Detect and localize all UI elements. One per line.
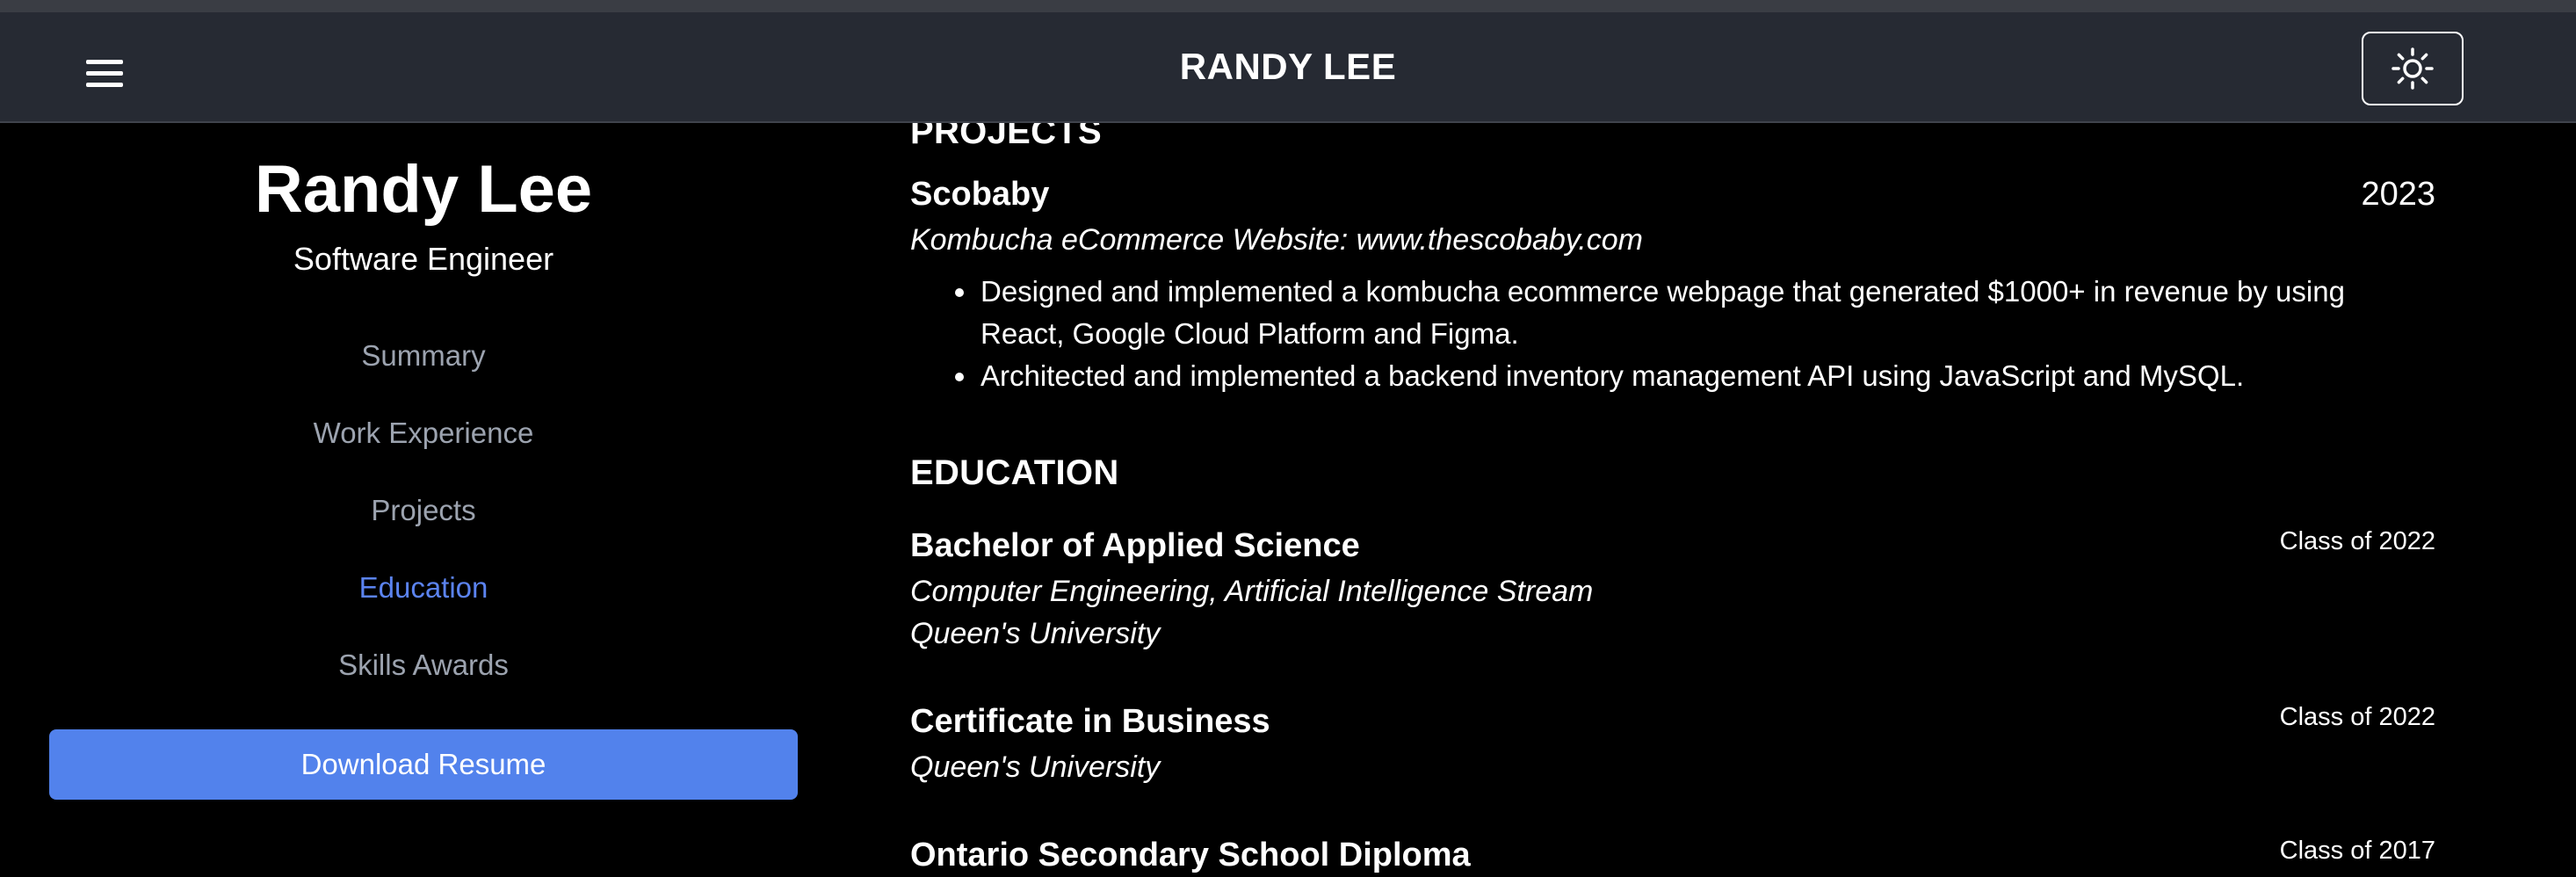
project-bullets: Designed and implemented a kombucha ecom… xyxy=(910,271,2369,397)
section-heading-education: EDUCATION xyxy=(910,453,1119,492)
download-resume-button[interactable]: Download Resume xyxy=(49,729,798,800)
window-top-strip xyxy=(0,0,2576,12)
sidebar-item-summary[interactable]: Summary xyxy=(0,339,847,373)
profile-role: Software Engineer xyxy=(293,241,554,277)
education-detail: Computer Engineering, Artificial Intelli… xyxy=(910,575,1594,608)
list-item: Designed and implemented a kombucha ecom… xyxy=(910,271,2369,355)
education-institution: Queen's University xyxy=(910,750,1161,784)
sidebar-item-projects[interactable]: Projects xyxy=(0,494,847,527)
project-title: Scobaby xyxy=(910,176,1050,213)
project-year: 2023 xyxy=(2361,176,2435,213)
sidebar-item-education[interactable]: Education xyxy=(0,571,847,605)
education-date: Class of 2022 xyxy=(2279,527,2435,555)
sidebar-item-work-experience[interactable]: Work Experience xyxy=(0,417,847,450)
education-institution: Queen's University xyxy=(910,617,1161,650)
top-navbar: RANDY LEE xyxy=(0,12,2576,123)
profile-name: Randy Lee xyxy=(254,152,593,227)
project-subtitle: Kombucha eCommerce Website: www.thescoba… xyxy=(910,223,1643,257)
education-title: Bachelor of Applied Science xyxy=(910,527,1360,564)
education-date: Class of 2022 xyxy=(2279,703,2435,731)
site-brand[interactable]: RANDY LEE xyxy=(0,46,2576,88)
theme-toggle-button[interactable] xyxy=(2362,32,2464,105)
sidebar: Randy Lee Software Engineer Summary Work… xyxy=(0,123,847,877)
sidebar-item-skills-awards[interactable]: Skills Awards xyxy=(0,649,847,682)
sun-icon xyxy=(2391,47,2434,90)
education-title: Ontario Secondary School Diploma xyxy=(910,837,1471,873)
resume-content: PROJECTS Scobaby 2023 Kombucha eCommerce… xyxy=(910,123,2435,877)
projects-heading-clip: PROJECTS xyxy=(910,123,2435,158)
education-title: Certificate in Business xyxy=(910,703,1270,740)
section-heading-projects: PROJECTS xyxy=(910,123,1103,151)
list-item: Architected and implemented a backend in… xyxy=(910,355,2369,397)
education-date: Class of 2017 xyxy=(2279,837,2435,865)
